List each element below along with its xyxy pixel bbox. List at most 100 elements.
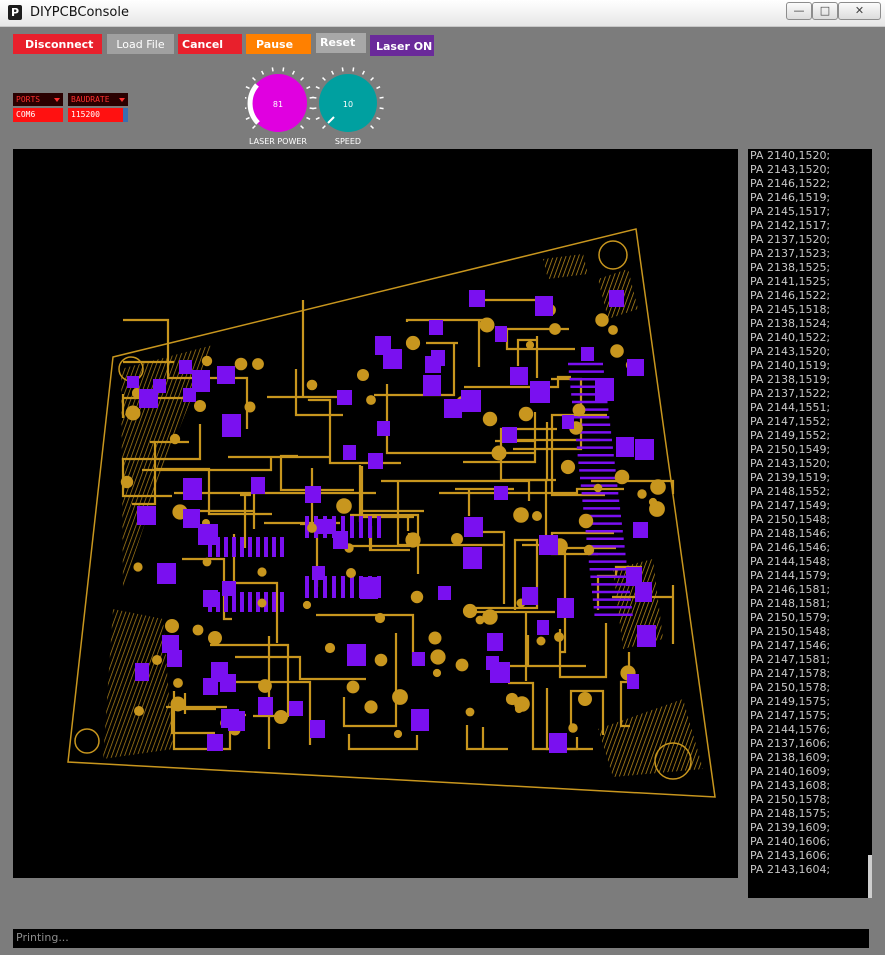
- port-value[interactable]: COM6: [13, 108, 63, 122]
- knob-tick: [322, 125, 326, 129]
- smd-pad: [469, 290, 485, 307]
- console-line: PA 2146,1581;: [750, 583, 831, 596]
- via: [234, 357, 248, 371]
- pause-button[interactable]: Pause: [246, 34, 311, 54]
- ic-pin: [232, 537, 236, 557]
- trace: [558, 623, 608, 679]
- smd-pad: [633, 522, 648, 538]
- via: [610, 344, 624, 358]
- reset-button[interactable]: Reset: [316, 33, 366, 53]
- load-file-button[interactable]: Load File: [107, 34, 174, 54]
- console-line: PA 2143,1606;: [750, 849, 831, 862]
- console-line: PA 2144,1551;: [750, 401, 831, 414]
- ic-pin: [332, 576, 336, 598]
- trace: [170, 707, 216, 735]
- via: [192, 624, 204, 636]
- ports-dropdown[interactable]: PORTS: [13, 93, 63, 106]
- via: [169, 433, 181, 445]
- trace: [347, 734, 419, 751]
- via: [595, 313, 609, 327]
- gcode-console[interactable]: PA 2140,1520; PA 2143,1520; PA 2146,1522; P…: [748, 149, 872, 898]
- via: [244, 401, 256, 413]
- smd-pad: [495, 326, 507, 342]
- chevron-down-icon: [54, 98, 60, 102]
- speed-value: 10: [343, 100, 353, 109]
- smd-pad: [423, 375, 441, 396]
- smd-pad: [127, 376, 139, 388]
- knob-tick: [352, 67, 355, 72]
- speed-knob[interactable]: 10: [312, 67, 384, 132]
- via: [513, 507, 529, 523]
- smd-pad: [429, 320, 443, 335]
- smd-pad: [539, 535, 558, 555]
- console-line: PA 2143,1520;: [750, 163, 831, 176]
- via: [608, 325, 618, 335]
- smd-pad: [510, 367, 528, 385]
- knobs-area: 81 10: [245, 67, 384, 132]
- console-line: PA 2146,1522;: [750, 177, 831, 190]
- knob-tick: [376, 85, 381, 90]
- trace: [235, 655, 366, 681]
- console-line: PA 2148,1546;: [750, 527, 831, 540]
- console-line: PA 2139,1609;: [750, 821, 831, 834]
- knob-tick: [245, 97, 247, 99]
- close-icon: ✕: [854, 4, 865, 17]
- console-line: PA 2144,1579;: [750, 569, 831, 582]
- baudrate-scrollbar[interactable]: [123, 108, 128, 122]
- ic-pin: [377, 516, 381, 538]
- ic-pin: [350, 576, 354, 598]
- smd-pad: [635, 582, 652, 602]
- smd-pad: [135, 663, 149, 681]
- smd-pad: [627, 674, 639, 689]
- via: [336, 498, 352, 514]
- baudrate-value[interactable]: 115200: [68, 108, 123, 122]
- trace: [465, 725, 508, 751]
- console-line: PA 2145,1518;: [750, 303, 831, 316]
- knob-tick: [379, 107, 384, 110]
- baudrate-label: BAUDRATE: [71, 95, 110, 104]
- smd-pad: [251, 477, 265, 494]
- console-line: PA 2143,1608;: [750, 779, 831, 792]
- knob-tick: [376, 116, 381, 121]
- close-button[interactable]: ✕: [838, 2, 881, 20]
- smd-pad: [139, 389, 158, 408]
- smd-pad: [347, 644, 366, 666]
- via: [170, 696, 186, 712]
- console-line: PA 2141,1525;: [750, 275, 831, 288]
- via: [432, 668, 442, 678]
- via: [302, 600, 312, 610]
- smd-pad: [486, 656, 499, 670]
- ic-pin: [256, 537, 260, 557]
- knob-tick: [330, 70, 335, 75]
- disconnect-button[interactable]: Disconnect: [13, 34, 102, 54]
- laser-on-button[interactable]: Laser ON: [370, 35, 434, 56]
- cancel-button[interactable]: Cancel: [178, 34, 242, 54]
- via: [165, 619, 179, 633]
- via: [125, 405, 141, 421]
- mount-hole: [598, 240, 628, 270]
- mount-hole: [74, 728, 100, 754]
- console-line: PA 2147,1575;: [750, 709, 831, 722]
- trace: [264, 468, 340, 525]
- knob-tick: [300, 77, 304, 81]
- speed-label: SPEED: [334, 137, 362, 146]
- maximize-button[interactable]: □: [812, 2, 838, 20]
- minimize-button[interactable]: —: [786, 2, 812, 20]
- knob-tick: [252, 77, 256, 81]
- smd-pad: [207, 734, 223, 751]
- console-line: PA 2144,1576;: [750, 723, 831, 736]
- baudrate-dropdown[interactable]: BAUDRATE: [68, 93, 128, 106]
- chevron-down-icon: [119, 98, 125, 102]
- console-line: PA 2140,1606;: [750, 835, 831, 848]
- smd-pad: [502, 427, 517, 443]
- pcb-preview-canvas[interactable]: [13, 149, 738, 878]
- console-line: PA 2140,1519;: [750, 359, 831, 372]
- console-line: PA 2145,1517;: [750, 205, 831, 218]
- laser-power-knob[interactable]: 81: [245, 67, 314, 132]
- smd-pad: [183, 509, 200, 528]
- smd-pad: [258, 697, 273, 715]
- knob-tick: [322, 77, 326, 81]
- via: [536, 636, 546, 646]
- console-scrollbar[interactable]: [868, 855, 872, 898]
- smd-pad: [627, 359, 644, 376]
